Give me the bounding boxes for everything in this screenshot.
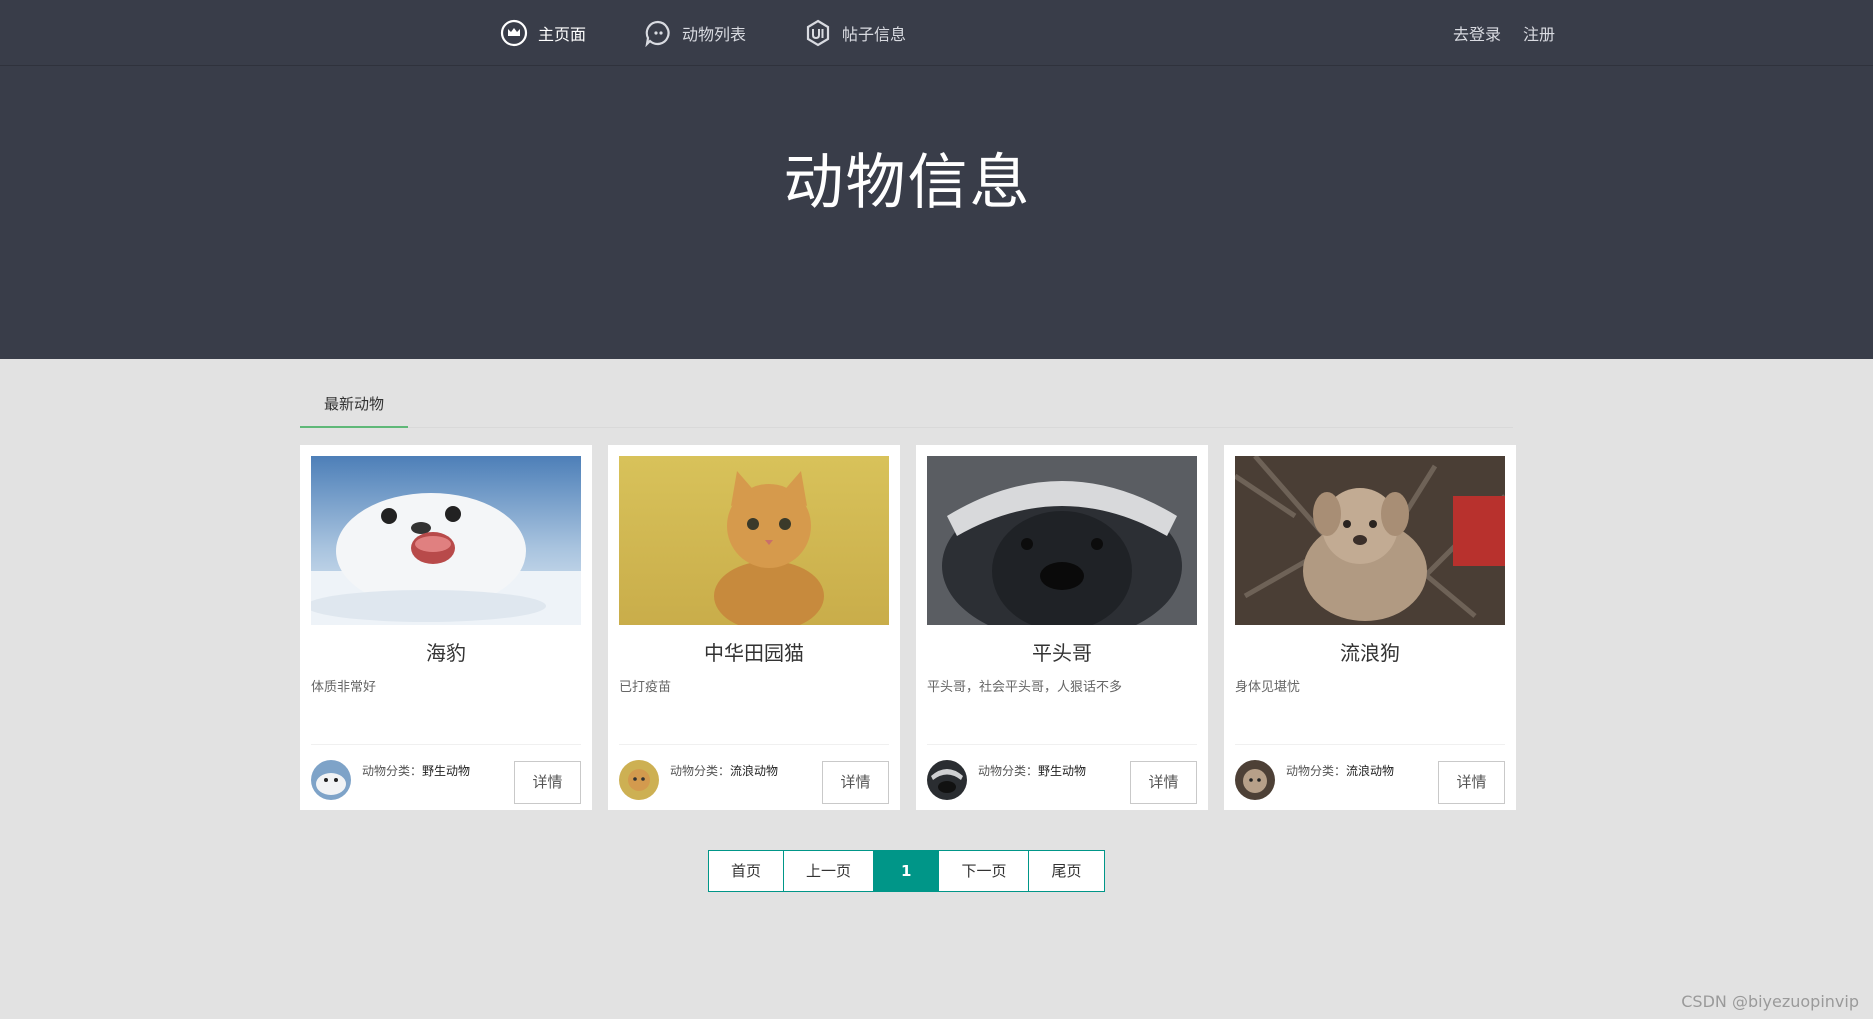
category-value: 流浪动物: [1346, 764, 1395, 778]
login-link[interactable]: 去登录: [1453, 21, 1501, 45]
next-page-button[interactable]: 下一页: [939, 851, 1030, 891]
detail-button[interactable]: 详情: [1438, 761, 1505, 804]
main-nav: 主页面 动物列表 帖子信息: [500, 0, 964, 66]
honey-badger-photo[interactable]: [927, 456, 1197, 625]
nav-item-label: 主页面: [538, 25, 587, 44]
animal-name: 平头哥: [1032, 641, 1092, 665]
nav-item-home[interactable]: 主页面: [500, 19, 586, 47]
avatar: [1235, 760, 1275, 800]
pagination: 首页 上一页 1 下一页 尾页: [708, 850, 1105, 892]
animal-card: 海豹 体质非常好 动物分类：野生动物 详情: [300, 445, 592, 810]
tab-latest-animals[interactable]: 最新动物: [300, 388, 408, 428]
animal-card: 流浪狗 身体见堪忧 动物分类：流浪动物 详情: [1224, 445, 1516, 810]
animal-desc: 平头哥，社会平头哥，人狠话不多: [927, 680, 1123, 695]
hero-banner: 动物信息: [0, 66, 1873, 359]
register-link[interactable]: 注册: [1523, 21, 1555, 45]
detail-button[interactable]: 详情: [514, 761, 581, 804]
category-value: 野生动物: [1038, 764, 1087, 778]
animal-name: 海豹: [426, 641, 466, 665]
card-footer: 动物分类：野生动物 详情: [311, 744, 581, 810]
category-value: 野生动物: [422, 764, 471, 778]
current-page-button[interactable]: 1: [874, 851, 940, 891]
category-label: 动物分类：野生动物: [978, 764, 1087, 778]
category-value: 流浪动物: [730, 764, 779, 778]
category-label: 动物分类：野生动物: [362, 764, 471, 778]
detail-button[interactable]: 详情: [822, 761, 889, 804]
section-tabs: 最新动物: [300, 388, 1513, 428]
card-footer: 动物分类：野生动物 详情: [927, 744, 1197, 810]
chat-icon: [644, 19, 672, 47]
card-footer: 动物分类：流浪动物 详情: [1235, 744, 1505, 810]
animal-desc: 已打疫苗: [619, 680, 672, 695]
watermark: CSDN @biyezuopinvip: [1681, 992, 1859, 1011]
first-page-button[interactable]: 首页: [709, 851, 785, 891]
nav-item-animal-list[interactable]: 动物列表: [644, 19, 746, 47]
card-footer: 动物分类：流浪动物 详情: [619, 744, 889, 810]
nav-item-label: 动物列表: [682, 25, 747, 44]
avatar: [927, 760, 967, 800]
seal-photo[interactable]: [311, 456, 581, 625]
top-navbar: 主页面 动物列表 帖子信息 去登录 注册: [0, 0, 1873, 66]
animal-card: 中华田园猫 已打疫苗 动物分类：流浪动物 详情: [608, 445, 900, 810]
auth-links: 去登录 注册: [1431, 0, 1555, 66]
stray-dog-photo[interactable]: [1235, 456, 1505, 625]
crown-icon: [500, 19, 528, 47]
ui-badge-icon: [804, 19, 832, 47]
nav-item-label: 帖子信息: [842, 25, 907, 44]
prev-page-button[interactable]: 上一页: [784, 851, 875, 891]
animal-desc: 体质非常好: [311, 680, 377, 695]
category-label: 动物分类：流浪动物: [670, 764, 779, 778]
animal-desc: 身体见堪忧: [1235, 680, 1301, 695]
avatar: [311, 760, 351, 800]
animal-name: 中华田园猫: [704, 641, 804, 665]
page-title: 动物信息: [783, 148, 1032, 218]
kitten-photo[interactable]: [619, 456, 889, 625]
category-label: 动物分类：流浪动物: [1286, 764, 1395, 778]
nav-item-posts[interactable]: 帖子信息: [804, 19, 906, 47]
last-page-button[interactable]: 尾页: [1029, 851, 1104, 891]
avatar: [619, 760, 659, 800]
animal-card-list: 海豹 体质非常好 动物分类：野生动物 详情 中华田园猫 已打疫苗 动物分类：流浪…: [300, 445, 1532, 810]
animal-name: 流浪狗: [1340, 641, 1400, 665]
detail-button[interactable]: 详情: [1130, 761, 1197, 804]
animal-card: 平头哥 平头哥，社会平头哥，人狠话不多 动物分类：野生动物 详情: [916, 445, 1208, 810]
